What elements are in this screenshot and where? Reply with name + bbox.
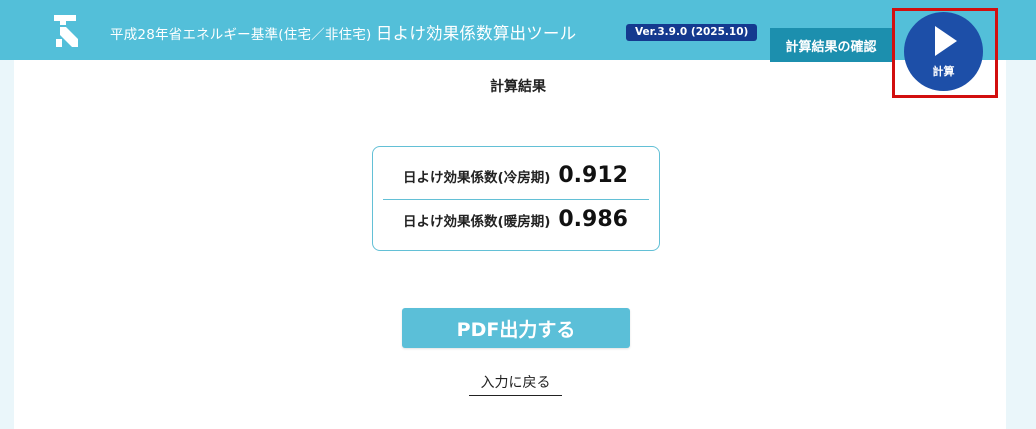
heating-coefficient-value: 0.986 xyxy=(558,207,628,232)
cooling-coefficient-value: 0.912 xyxy=(558,163,628,188)
app-title-standard: 平成28年省エネルギー基準(住宅／非住宅) xyxy=(110,27,372,43)
right-gutter xyxy=(1006,60,1036,429)
results-panel: 日よけ効果係数(冷房期) 0.912 日よけ効果係数(暖房期) 0.986 xyxy=(372,146,660,251)
building-logo-icon xyxy=(54,15,78,47)
back-to-input-link[interactable]: 入力に戻る xyxy=(469,372,562,396)
confirm-results-button[interactable]: 計算結果の確認 xyxy=(770,28,892,62)
app-title-tool: 日よけ効果係数算出ツール xyxy=(375,24,577,43)
play-icon xyxy=(935,26,957,56)
divider xyxy=(383,199,649,200)
pdf-export-button[interactable]: PDF出力する xyxy=(402,308,630,348)
cooling-coefficient-label: 日よけ効果係数(冷房期) xyxy=(403,170,551,186)
heating-coefficient-label: 日よけ効果係数(暖房期) xyxy=(403,214,551,230)
result-row-cooling: 日よけ効果係数(冷房期) 0.912 xyxy=(373,163,658,188)
result-row-heating: 日よけ効果係数(暖房期) 0.986 xyxy=(373,207,658,232)
version-badge: Ver.3.9.0 (2025.10) xyxy=(626,24,758,41)
page-title: 計算結果 xyxy=(490,79,546,95)
app-title: 平成28年省エネルギー基準(住宅／非住宅) 日よけ効果係数算出ツール xyxy=(110,20,576,44)
left-gutter xyxy=(0,60,14,429)
